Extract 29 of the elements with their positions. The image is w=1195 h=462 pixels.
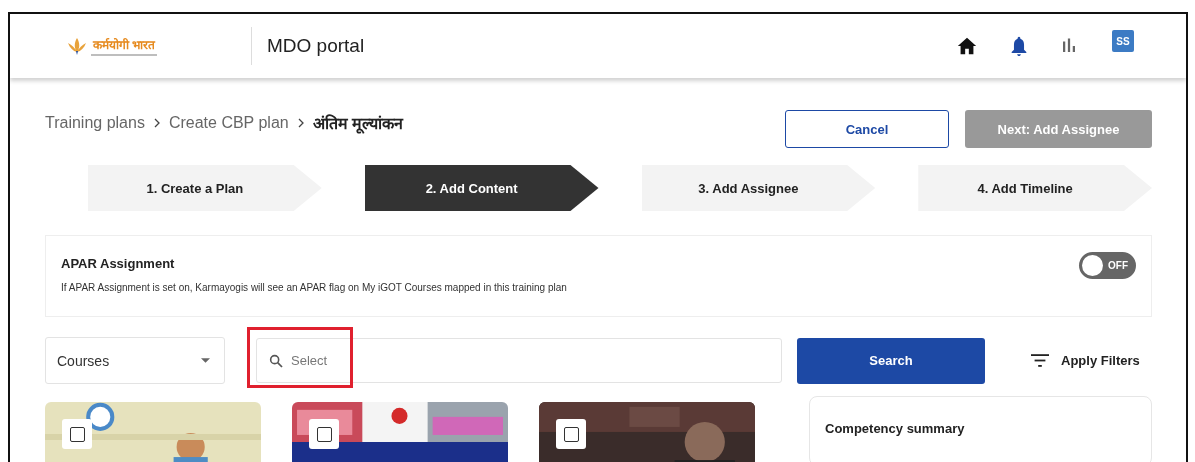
filter-icon <box>1031 354 1049 367</box>
cancel-button[interactable]: Cancel <box>785 110 949 148</box>
step-tab[interactable]: 2. Add Content <box>364 165 599 211</box>
competency-title: Competency summary <box>825 421 965 436</box>
apar-toggle[interactable]: OFF <box>1079 252 1136 279</box>
breadcrumb-link[interactable]: Create CBP plan <box>168 114 289 132</box>
course-checkbox[interactable] <box>563 426 579 442</box>
step-tab[interactable]: 1. Create a Plan <box>88 165 322 211</box>
bar-chart-icon[interactable] <box>1060 37 1078 55</box>
step-tab[interactable]: 4. Add Timeline <box>918 165 1152 211</box>
breadcrumb-current: अंतिम मूल्यांकन <box>312 113 404 134</box>
portal-title: MDO portal <box>267 35 365 57</box>
breadcrumb-link[interactable]: Training plans <box>45 114 145 132</box>
logo-text: कर्मयोगी भारत <box>92 36 156 53</box>
course-checkbox[interactable] <box>316 426 332 442</box>
home-icon[interactable] <box>956 35 978 57</box>
content-type-dropdown[interactable]: Courses <box>45 337 225 384</box>
chevron-icon <box>153 118 160 128</box>
search-button[interactable]: Search <box>797 337 985 384</box>
chevron-icon <box>297 118 304 128</box>
course-checkbox[interactable] <box>69 426 85 442</box>
apar-title: APAR Assignment <box>61 256 176 271</box>
search-field[interactable]: Select <box>256 338 782 383</box>
user-avatar[interactable]: SS <box>1112 30 1134 52</box>
apply-filters-button[interactable]: Apply Filters <box>1031 353 1140 368</box>
search-icon <box>268 353 284 369</box>
step-tab[interactable]: 3. Add Assignee <box>641 165 876 211</box>
caret-icon <box>201 358 210 363</box>
apar-description: If APAR Assignment is set on, Karmayogis will see an APAR flag on My iGOT Courses mapped in this training plan <box>61 282 567 293</box>
